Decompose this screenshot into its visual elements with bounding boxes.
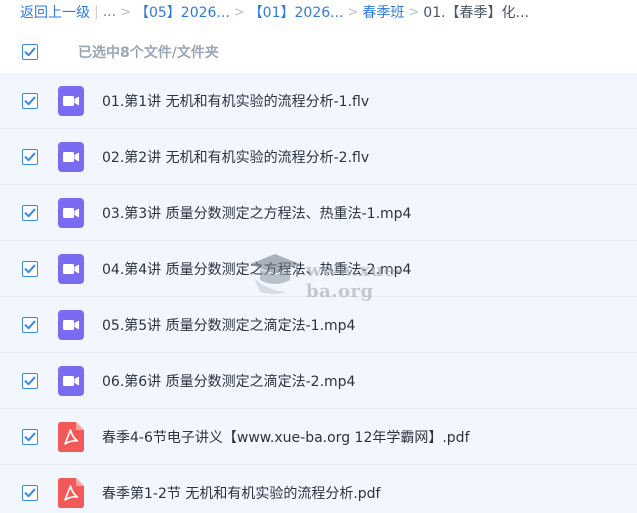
breadcrumb-divider: | xyxy=(94,4,99,20)
pdf-file-icon xyxy=(58,421,84,452)
file-row[interactable]: 02.第2讲 无机和有机实验的流程分析-2.flv xyxy=(0,129,637,185)
file-row[interactable]: 04.第4讲 质量分数测定之方程法、热重法-2.mp4 xyxy=(0,241,637,297)
check-icon xyxy=(24,432,36,441)
file-name[interactable]: 01.第1讲 无机和有机实验的流程分析-1.flv xyxy=(102,91,369,111)
file-name[interactable]: 06.第6讲 质量分数测定之滴定法-2.mp4 xyxy=(102,371,355,391)
file-row[interactable]: 06.第6讲 质量分数测定之滴定法-2.mp4 xyxy=(0,353,637,409)
check-icon xyxy=(24,320,36,329)
video-file-icon xyxy=(58,141,84,172)
file-browser: 返回上一级 | ... > 【05】2026... > 【01】2026... … xyxy=(0,0,637,513)
chevron-right-icon: > xyxy=(120,4,131,20)
file-row[interactable]: 03.第3讲 质量分数测定之方程法、热重法-1.mp4 xyxy=(0,185,637,241)
file-row[interactable]: 春季4-6节电子讲义【www.xue-ba.org 12年学霸网】.pdf xyxy=(0,409,637,465)
video-file-icon xyxy=(58,85,84,116)
check-icon xyxy=(24,152,36,161)
check-icon xyxy=(24,208,36,217)
selection-count: 已选中8个文件/文件夹 xyxy=(78,45,219,61)
video-file-icon xyxy=(58,253,84,284)
check-icon xyxy=(24,488,36,497)
file-checkbox[interactable] xyxy=(22,260,38,277)
chevron-right-icon: > xyxy=(347,4,359,20)
file-checkbox[interactable] xyxy=(22,372,38,389)
file-row[interactable]: 05.第5讲 质量分数测定之滴定法-1.mp4 xyxy=(0,297,637,353)
file-checkbox[interactable] xyxy=(22,428,38,445)
check-icon xyxy=(24,96,36,105)
selection-header: 已选中8个文件/文件夹 xyxy=(0,32,637,72)
file-row[interactable]: 春季第1-2节 无机和有机实验的流程分析.pdf xyxy=(0,465,637,513)
check-icon xyxy=(24,376,36,385)
breadcrumb-current: 01.【春季】化... xyxy=(423,5,529,21)
file-checkbox[interactable] xyxy=(22,148,38,165)
breadcrumb-item-1[interactable]: 【05】2026... xyxy=(135,2,230,22)
back-link[interactable]: 返回上一级 xyxy=(20,2,90,22)
file-checkbox[interactable] xyxy=(22,316,38,333)
check-icon xyxy=(24,47,36,57)
file-name[interactable]: 03.第3讲 质量分数测定之方程法、热重法-1.mp4 xyxy=(102,203,411,223)
file-name[interactable]: 02.第2讲 无机和有机实验的流程分析-2.flv xyxy=(102,147,369,167)
select-all-checkbox[interactable] xyxy=(22,44,38,60)
file-checkbox[interactable] xyxy=(22,484,38,501)
video-file-icon xyxy=(58,365,84,396)
file-row[interactable]: 01.第1讲 无机和有机实验的流程分析-1.flv xyxy=(0,73,637,129)
video-file-icon xyxy=(58,197,84,228)
breadcrumb: 返回上一级 | ... > 【05】2026... > 【01】2026... … xyxy=(0,0,637,24)
file-name[interactable]: 春季第1-2节 无机和有机实验的流程分析.pdf xyxy=(102,483,380,503)
file-checkbox[interactable] xyxy=(22,204,38,221)
file-list: 01.第1讲 无机和有机实验的流程分析-1.flv 02.第2讲 无机和有机实验… xyxy=(0,73,637,513)
check-icon xyxy=(24,264,36,273)
breadcrumb-item-3[interactable]: 春季班 xyxy=(362,2,404,22)
pdf-file-icon xyxy=(58,477,84,508)
video-file-icon xyxy=(58,309,84,340)
chevron-right-icon: > xyxy=(408,4,420,20)
chevron-right-icon: > xyxy=(233,4,245,20)
file-name[interactable]: 春季4-6节电子讲义【www.xue-ba.org 12年学霸网】.pdf xyxy=(102,427,470,447)
file-name[interactable]: 05.第5讲 质量分数测定之滴定法-1.mp4 xyxy=(102,315,355,335)
file-name[interactable]: 04.第4讲 质量分数测定之方程法、热重法-2.mp4 xyxy=(102,259,411,279)
breadcrumb-ellipsis[interactable]: ... xyxy=(103,4,116,20)
file-checkbox[interactable] xyxy=(22,92,38,109)
breadcrumb-item-2[interactable]: 【01】2026... xyxy=(249,2,344,22)
